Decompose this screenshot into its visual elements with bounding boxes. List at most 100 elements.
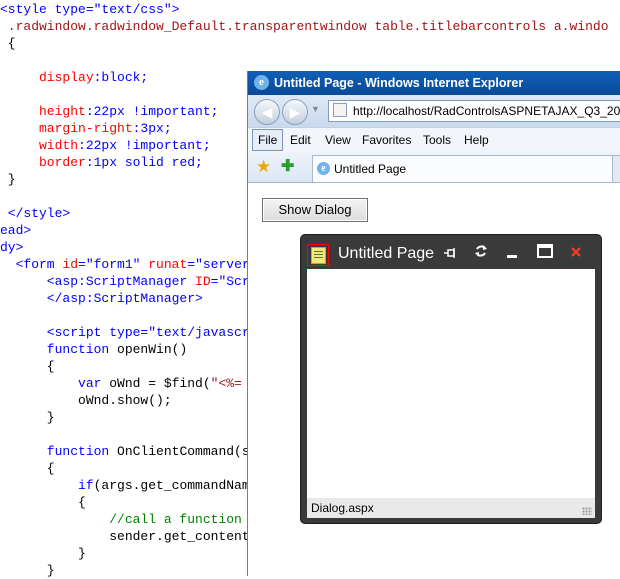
code-token: } [0, 563, 55, 578]
dialog-content[interactable] [307, 269, 595, 498]
code-token: { [0, 36, 16, 51]
code-token: <form [0, 257, 63, 272]
code-token: :22px !important; [78, 138, 211, 153]
radwindow-dialog: Untitled Page Dialog.aspx [300, 234, 602, 524]
code-token: openWin() [117, 342, 188, 357]
menu-help[interactable]: Help [464, 133, 489, 147]
code-token: //call a function [0, 512, 242, 527]
code-token: <asp:ScriptManager [0, 274, 196, 289]
code-token: dy> [0, 240, 24, 255]
code-token: sender.get_content [0, 529, 250, 544]
code-token: border [0, 155, 86, 170]
code-line: </style> [0, 205, 70, 222]
code-line: sender.get_content [0, 528, 250, 545]
code-line: <script type="text/javascr [0, 324, 250, 341]
code-line: <style type="text/css"> [0, 1, 179, 18]
star-icon[interactable]: ★ [256, 157, 271, 177]
code-token: ead> [0, 223, 32, 238]
code-token: :block; [93, 70, 149, 85]
code-token: <style type="text/css"> [0, 2, 180, 17]
code-line: .radwindow.radwindow_Default.transparent… [0, 18, 609, 35]
code-line: function openWin() [0, 341, 187, 358]
code-token: </asp:ScriptManager> [0, 291, 203, 306]
code-token: :22px !important; [85, 104, 219, 119]
code-line: function OnClientCommand(s [0, 443, 250, 460]
ie-navigation-bar: ◀ ▶ ▼ http://localhost/RadControlsASPNET… [248, 95, 620, 127]
ie-titlebar[interactable]: e Untitled Page - Windows Internet Explo… [248, 71, 620, 95]
close-icon[interactable] [565, 243, 587, 265]
menu-view[interactable]: View [325, 133, 351, 147]
code-line: border:1px solid red; [0, 154, 203, 171]
code-token: var [0, 376, 110, 391]
code-token: height [0, 104, 86, 119]
back-arrow-icon[interactable]: ◀ [254, 99, 280, 125]
history-dropdown-icon[interactable]: ▼ [311, 104, 320, 114]
code-line: if(args.get_commandNam [0, 477, 250, 494]
show-dialog-button[interactable]: Show Dialog [262, 198, 368, 222]
page-icon [333, 103, 347, 117]
code-token: "<%= [210, 376, 242, 391]
code-line: { [0, 460, 55, 477]
menu-file[interactable]: File [252, 129, 284, 151]
address-bar[interactable]: http://localhost/RadControlsASPNETAJAX_Q… [328, 100, 620, 122]
code-line: ead> [0, 222, 31, 239]
code-line: </asp:ScriptManager> [0, 290, 203, 307]
code-line: margin-right:3px; [0, 120, 172, 137]
minimize-icon[interactable] [501, 243, 523, 265]
code-token: ="form1" [78, 257, 149, 272]
code-token: width [0, 138, 79, 153]
code-token: (args.get_commandNam [93, 478, 250, 493]
code-token: ="server [187, 257, 250, 272]
pin-icon[interactable] [440, 243, 462, 265]
dialog-titlebar[interactable]: Untitled Page [301, 235, 601, 269]
code-line: dy> [0, 239, 23, 256]
code-line: oWnd.show(); [0, 392, 172, 409]
code-line: height:22px !important; [0, 103, 218, 120]
code-token: .radwindow.radwindow_Default.transparent… [0, 19, 609, 34]
code-line: width:22px !important; [0, 137, 211, 154]
code-token: runat [148, 257, 188, 272]
maximize-icon[interactable] [534, 243, 556, 265]
ie-window-title: Untitled Page - Windows Internet Explore… [274, 76, 524, 90]
code-token: id [62, 257, 79, 272]
dialog-statusbar: Dialog.aspx [307, 498, 595, 518]
menu-edit[interactable]: Edit [290, 133, 311, 147]
code-line: { [0, 494, 86, 511]
code-line: var oWnd = $find("<%= [0, 375, 242, 392]
code-line: } [0, 545, 86, 562]
code-line: { [0, 35, 16, 52]
code-line: <form id="form1" runat="server [0, 256, 250, 273]
code-token: } [0, 410, 55, 425]
code-token: </style> [0, 206, 71, 221]
menu-tools[interactable]: Tools [423, 133, 451, 147]
code-token: function [0, 444, 118, 459]
code-token: } [0, 546, 86, 561]
dialog-status-text: Dialog.aspx [311, 501, 374, 515]
tab-title: Untitled Page [334, 162, 407, 176]
favorites-bar: ★ ✚ e Untitled Page [248, 152, 620, 183]
code-line: } [0, 171, 16, 188]
new-tab-button[interactable] [612, 155, 620, 183]
code-token: { [0, 359, 55, 374]
forward-arrow-icon[interactable]: ▶ [282, 99, 308, 125]
code-line: } [0, 409, 55, 426]
code-token: if [0, 478, 94, 493]
code-line: } [0, 562, 55, 579]
code-line: <asp:ScriptManager ID="Scr [0, 273, 250, 290]
resize-grip-icon[interactable] [582, 507, 592, 515]
menu-favorites[interactable]: Favorites [362, 133, 411, 147]
code-token: } [0, 172, 16, 187]
page-icon [307, 244, 329, 266]
add-favorite-icon[interactable]: ✚ [281, 156, 294, 176]
tab-untitled-page[interactable]: e Untitled Page [312, 155, 614, 182]
code-token: oWnd = $find( [109, 376, 211, 391]
dialog-title: Untitled Page [338, 245, 435, 262]
code-token: <script type="text/javascr [0, 325, 250, 340]
code-token: :1px solid red; [85, 155, 203, 170]
code-line: { [0, 358, 55, 375]
reload-icon[interactable] [470, 243, 492, 265]
code-token: :3px; [132, 121, 172, 136]
code-token: { [0, 461, 55, 476]
ie-logo-icon: e [254, 75, 269, 90]
code-token: OnClientCommand(s [117, 444, 250, 459]
